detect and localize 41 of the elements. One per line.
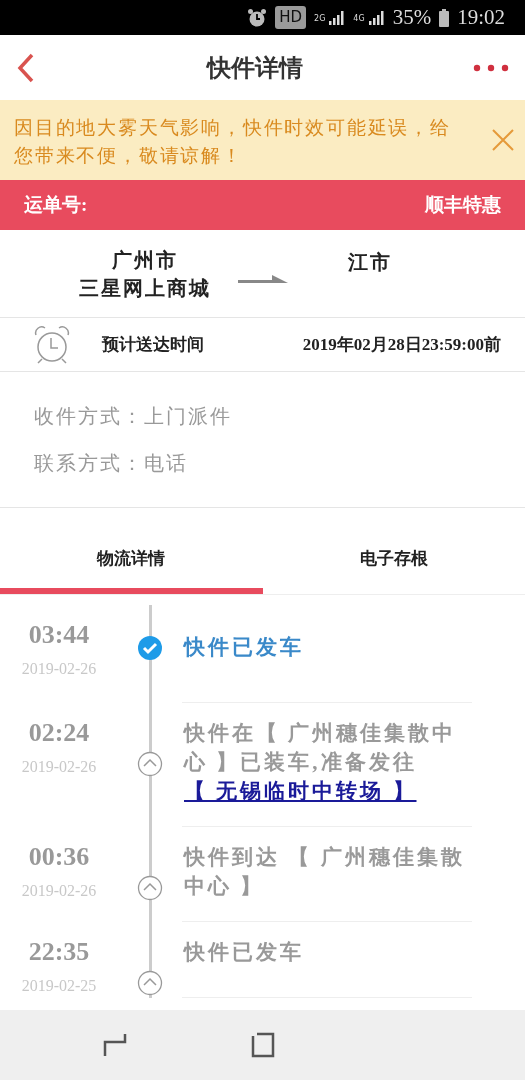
hd-badge: HD	[275, 6, 307, 29]
event-text: 快件在【 广州穗佳集散中心 】已装车,准备发往	[184, 721, 457, 774]
back-icon[interactable]	[16, 52, 36, 83]
check-icon	[137, 635, 163, 661]
event-link[interactable]: 【 无锡临时中转场 】	[184, 779, 417, 803]
service-type: 顺丰特惠	[425, 192, 501, 217]
expand-icon[interactable]	[137, 970, 163, 996]
event-text: 快件到达 【 广州穗佳集散中心 】	[184, 845, 465, 898]
battery-icon	[439, 8, 450, 27]
recent-apps-icon[interactable]	[103, 1032, 127, 1058]
eta-value: 2019年02月28日23:59:00前	[302, 333, 501, 356]
more-icon[interactable]	[473, 63, 509, 72]
origin-name: 三星网上商城	[79, 275, 211, 301]
network-label: 4G	[353, 12, 365, 25]
expand-icon[interactable]	[137, 875, 163, 901]
notice-text: 因目的地大雾天气影响，快件时效可能延误，给您带来不便，敬请谅解！	[14, 116, 452, 168]
status-time: 19:02	[457, 3, 505, 31]
event-time: 00:36	[27, 841, 91, 873]
info-line: 收件方式：上门派件	[34, 403, 233, 429]
event-text: 快件已发车	[184, 940, 304, 964]
event-time: 22:35	[27, 936, 91, 968]
tab[interactable]: 电子存根	[262, 530, 525, 594]
home-icon[interactable]	[251, 1032, 275, 1058]
info-line: 联系方式：电话	[34, 451, 189, 477]
network-label: 2G	[314, 12, 326, 25]
event-text: 快件已发车	[184, 635, 304, 659]
tab[interactable]: 物流详情	[0, 530, 263, 594]
alarm-clock-icon	[34, 325, 70, 364]
page-title: 快件详情	[206, 53, 303, 83]
waybill-label: 运单号:	[24, 192, 88, 217]
event-time: 03:44	[27, 619, 91, 651]
eta-label: 预计送达时间	[102, 333, 204, 356]
event-time: 02:24	[27, 717, 91, 749]
arrow-icon	[238, 274, 288, 283]
signal-icon	[368, 10, 385, 25]
origin-city: 广州市	[112, 247, 178, 273]
destination-city: 江市	[348, 249, 392, 275]
alarm-icon	[247, 7, 268, 28]
battery-percent: 35%	[392, 3, 432, 31]
expand-icon[interactable]	[137, 751, 163, 777]
signal-icon	[329, 10, 346, 25]
